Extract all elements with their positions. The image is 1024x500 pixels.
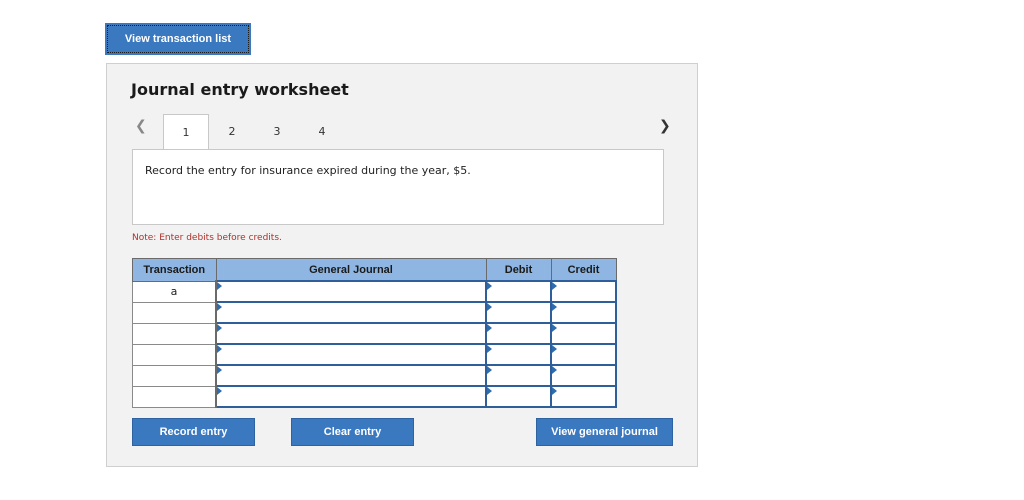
dropdown-indicator-icon [217,366,222,374]
transaction-cell [132,301,217,324]
chevron-left-icon[interactable]: ❮ [135,118,147,134]
transaction-cell [132,322,217,345]
view-general-journal-button[interactable]: View general journal [536,418,673,446]
credit-input[interactable] [550,322,617,345]
dropdown-indicator-icon [552,324,557,332]
transaction-cell [132,364,217,387]
dropdown-indicator-icon [552,387,557,395]
transaction-cell [132,343,217,366]
dropdown-indicator-icon [487,324,492,332]
description-text: Record the entry for insurance expired d… [145,164,471,177]
table-row [132,364,617,387]
header-credit: Credit [550,258,617,282]
dropdown-indicator-icon [217,345,222,353]
journal-table: Transaction General Journal Debit Credit… [132,258,617,408]
dropdown-indicator-icon [487,303,492,311]
dropdown-indicator-icon [217,387,222,395]
debit-input[interactable] [485,364,552,387]
dropdown-indicator-icon [487,366,492,374]
credit-input[interactable] [550,301,617,324]
dropdown-indicator-icon [217,303,222,311]
account-input[interactable] [215,322,487,345]
debit-input[interactable] [485,343,552,366]
debit-input[interactable] [485,385,552,408]
dropdown-indicator-icon [552,366,557,374]
dropdown-indicator-icon [487,345,492,353]
dropdown-indicator-icon [487,387,492,395]
dropdown-indicator-icon [487,282,492,290]
account-input[interactable] [215,343,487,366]
account-input[interactable] [215,301,487,324]
tab-1[interactable]: 1 [163,114,209,150]
chevron-right-icon[interactable]: ❯ [659,118,671,134]
credit-input[interactable] [550,385,617,408]
tab-2[interactable]: 2 [222,114,242,148]
table-row [132,343,617,366]
debit-input[interactable] [485,301,552,324]
worksheet-title: Journal entry worksheet [131,80,349,99]
account-input[interactable] [215,280,487,303]
dropdown-indicator-icon [217,324,222,332]
debit-input[interactable] [485,322,552,345]
clear-entry-button[interactable]: Clear entry [291,418,414,446]
header-debit: Debit [485,258,552,282]
dropdown-indicator-icon [217,282,222,290]
table-row [132,385,617,408]
table-row [132,322,617,345]
account-input[interactable] [215,385,487,408]
table-row [132,301,617,324]
header-transaction: Transaction [132,258,217,282]
credit-input[interactable] [550,343,617,366]
debit-input[interactable] [485,280,552,303]
transaction-cell [132,385,217,408]
transaction-cell: a [132,280,217,303]
account-input[interactable] [215,364,487,387]
credit-input[interactable] [550,364,617,387]
table-row: a [132,280,617,303]
tab-3[interactable]: 3 [267,114,287,148]
dropdown-indicator-icon [552,303,557,311]
dropdown-indicator-icon [552,345,557,353]
header-general-journal: General Journal [215,258,487,282]
dropdown-indicator-icon [552,282,557,290]
view-transaction-list-button[interactable]: View transaction list [105,23,251,55]
note-text: Note: Enter debits before credits. [132,233,282,243]
tab-4[interactable]: 4 [312,114,332,148]
transaction-description: Record the entry for insurance expired d… [132,149,664,225]
record-entry-button[interactable]: Record entry [132,418,255,446]
credit-input[interactable] [550,280,617,303]
